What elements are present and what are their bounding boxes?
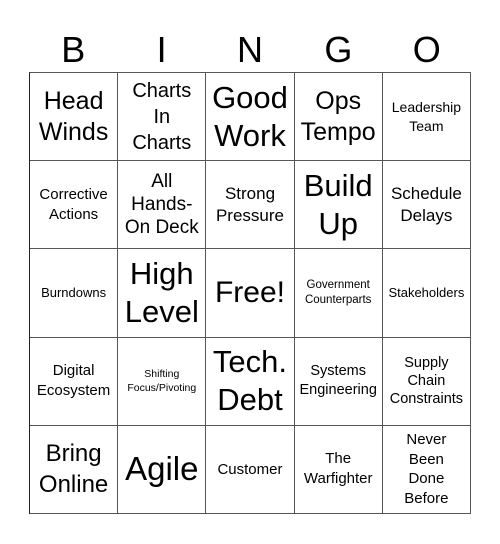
bingo-cell[interactable]: Charts In Charts <box>118 73 207 162</box>
header-letter-i: I <box>156 29 167 70</box>
cell-text: Burndowns <box>41 284 107 300</box>
cell-text: Stakeholders <box>388 284 465 300</box>
cell-text: Government Counterparts <box>304 278 372 306</box>
bingo-cell[interactable]: Schedule Delays <box>382 161 471 250</box>
bingo-cell[interactable]: Bring Online <box>30 425 119 514</box>
bingo-cell[interactable]: Digital Ecosystem <box>30 337 119 426</box>
cell-text: Head Winds <box>38 86 109 146</box>
cell-text: Schedule Delays <box>390 183 462 225</box>
free-space[interactable]: Free! <box>206 249 295 338</box>
bingo-cell[interactable]: Corrective Actions <box>30 161 119 250</box>
bingo-cell[interactable]: Good Work <box>206 73 295 162</box>
cell-text: Corrective Actions <box>39 185 108 223</box>
cell-text: Agile <box>125 450 199 488</box>
cell-text: Good Work <box>212 79 288 153</box>
cell-text: Tech. Debt <box>212 344 288 418</box>
bingo-header: B I N G O <box>29 28 471 72</box>
cell-text: Build Up <box>303 167 373 241</box>
cell-text: High Level <box>124 255 199 329</box>
cell-text: Bring Online <box>38 440 109 499</box>
bingo-cell[interactable]: Shifting Focus/Pivoting <box>118 337 207 426</box>
bingo-cell[interactable]: Government Counterparts <box>294 249 383 338</box>
bingo-cell[interactable]: All Hands-On Deck <box>118 161 207 250</box>
header-letter-b: B <box>61 29 86 70</box>
cell-text: Customer <box>217 460 283 478</box>
bingo-cell[interactable]: Stakeholders <box>382 249 471 338</box>
header-letter-o: O <box>412 29 441 70</box>
cell-text: Shifting Focus/Pivoting <box>127 368 197 395</box>
cell-text: Charts In Charts <box>132 79 192 154</box>
bingo-cell[interactable]: Never Been Done Before <box>382 425 471 514</box>
bingo-card-grid: Head Winds Charts In Charts Good Work Op… <box>29 72 471 514</box>
bingo-cell[interactable]: Strong Pressure <box>206 161 295 250</box>
bingo-cell[interactable]: Head Winds <box>30 73 119 162</box>
bingo-cell[interactable]: Ops Tempo <box>294 73 383 162</box>
cell-text: All Hands-On Deck <box>124 171 199 239</box>
bingo-cell[interactable]: Tech. Debt <box>206 337 295 426</box>
bingo-cell[interactable]: Systems Engineering <box>294 337 383 426</box>
cell-text: Ops Tempo <box>300 86 376 146</box>
cell-text: Leadership Team <box>391 98 462 134</box>
bingo-cell[interactable]: Burndowns <box>30 249 119 338</box>
cell-text: Strong Pressure <box>215 183 284 225</box>
cell-text: Systems Engineering <box>299 363 377 399</box>
header-letter-g: G <box>324 29 353 70</box>
bingo-cell[interactable]: Leadership Team <box>382 73 471 162</box>
bingo-cell[interactable]: Customer <box>206 425 295 514</box>
cell-text: Digital Ecosystem <box>36 362 111 400</box>
cell-text: Never Been Done Before <box>404 431 449 507</box>
free-space-text: Free! <box>214 275 285 309</box>
cell-text: The Warfighter <box>303 450 373 488</box>
bingo-cell[interactable]: Agile <box>118 425 207 514</box>
bingo-cell[interactable]: High Level <box>118 249 207 338</box>
cell-text: Supply Chain Constraints <box>389 355 464 408</box>
header-letter-n: N <box>236 29 263 70</box>
bingo-cell[interactable]: The Warfighter <box>294 425 383 514</box>
bingo-cell[interactable]: Supply Chain Constraints <box>382 337 471 426</box>
bingo-cell[interactable]: Build Up <box>294 161 383 250</box>
